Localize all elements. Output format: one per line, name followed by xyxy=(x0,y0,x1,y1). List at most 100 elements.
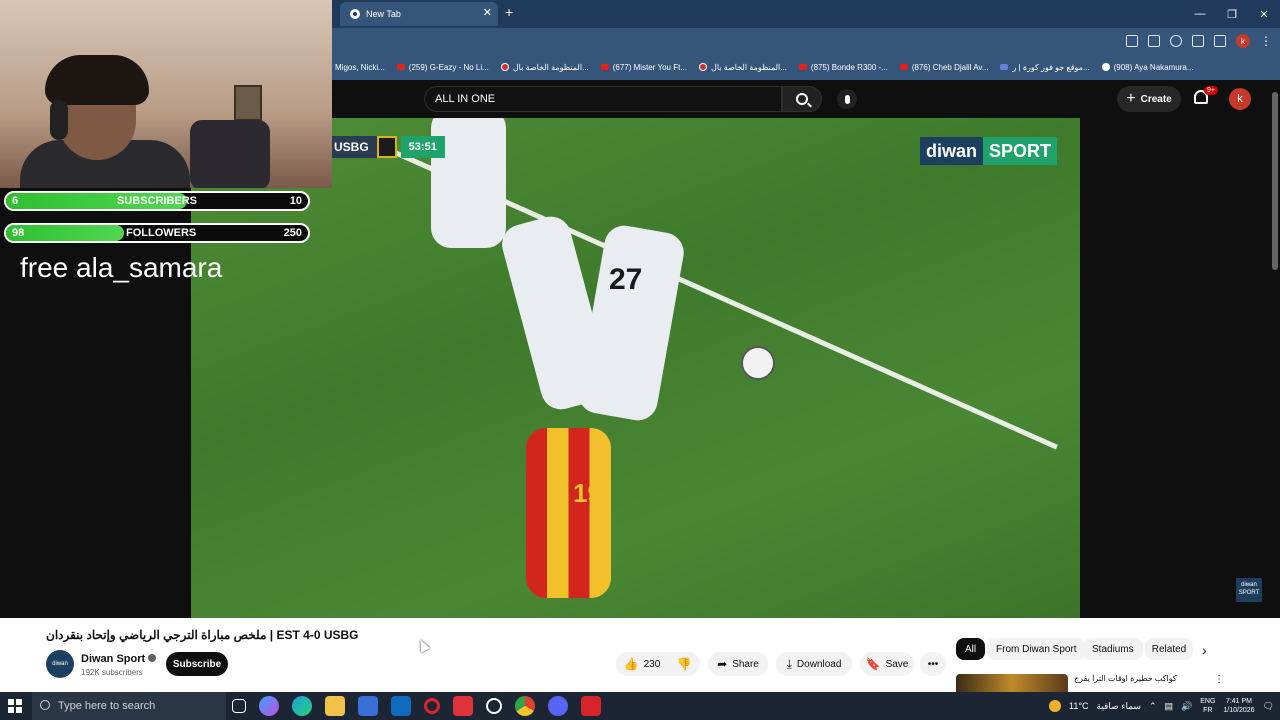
chrome-icon xyxy=(350,9,360,19)
scorebug: USBG 53:51 xyxy=(332,136,445,158)
channel-name[interactable]: Diwan Sport xyxy=(81,653,157,665)
reading-list-icon[interactable] xyxy=(1214,35,1226,47)
scrollbar-thumb[interactable] xyxy=(1272,92,1278,270)
channel-subscribers: 192K subscribers xyxy=(81,668,143,677)
recommended-title[interactable]: كواكب خطيرة اوقات الترا يفرج xyxy=(1074,674,1194,683)
voice-search-icon[interactable] xyxy=(837,89,857,109)
tab-close-icon[interactable]: ✕ xyxy=(483,6,492,19)
player-number-19: 19 xyxy=(573,478,602,508)
minimize-button[interactable]: — xyxy=(1184,0,1216,28)
followers-count: 98 xyxy=(12,227,25,239)
team-crest-icon xyxy=(376,136,397,158)
bookmark-item[interactable]: المنظومة الخاصة بال... xyxy=(699,63,787,72)
bookmark-label: Migos, Nicki... xyxy=(335,62,385,72)
chair xyxy=(190,120,270,188)
bookmark-item[interactable]: (875) Bonde R300 -... xyxy=(798,62,888,72)
download-button[interactable]: ⤓ Download xyxy=(776,652,852,676)
gov-icon xyxy=(699,63,707,71)
close-window-button[interactable]: ✕ xyxy=(1248,0,1280,28)
webcam-overlay xyxy=(0,0,332,188)
like-count: 230 xyxy=(643,658,661,670)
subscribers-goal-bar: 6 SUBSCRIBERS 10 xyxy=(4,191,310,211)
bookmark-item[interactable]: (908) Aya Nakamura... xyxy=(1101,62,1194,72)
bookmark-item[interactable]: (876) Cheb Djalil Av... xyxy=(899,63,988,72)
bookmark-item[interactable]: Migos, Nicki... xyxy=(335,63,385,72)
followers-goal-bar: 98 FOLLOWERS 250 xyxy=(4,223,310,243)
toolbar-icons: k ⋮ xyxy=(1126,28,1272,54)
notification-center-icon[interactable]: 🗨 xyxy=(1263,701,1274,712)
broadcaster-logo: diwan SPORT xyxy=(920,137,1058,165)
followers-goal: 250 xyxy=(283,227,302,239)
tray-expand-icon[interactable]: ⌃ xyxy=(1149,701,1157,712)
bookmark-label: (908) Aya Nakamura... xyxy=(1113,62,1194,72)
bookmark-item[interactable]: المنظومة الخاصة بال... xyxy=(500,63,589,72)
opera-icon[interactable] xyxy=(424,698,440,714)
weather-moon-icon[interactable] xyxy=(1049,700,1062,712)
edge-icon[interactable] xyxy=(292,696,312,716)
channel-name-text: Diwan Sport xyxy=(81,653,146,665)
weather-text[interactable]: سماء صافية xyxy=(1097,701,1141,712)
new-tab-button[interactable]: + xyxy=(505,4,513,20)
install-icon[interactable] xyxy=(1126,35,1138,47)
language-indicator[interactable]: ENG FR xyxy=(1200,697,1215,715)
bookmark-star-icon[interactable] xyxy=(1170,35,1182,47)
window-controls: — ❐ ✕ xyxy=(1184,0,1280,28)
chip-related[interactable]: Related xyxy=(1145,638,1193,660)
chrome-icon[interactable] xyxy=(515,696,535,716)
file-explorer-icon[interactable] xyxy=(325,696,345,716)
video-player[interactable]: 27 19 xyxy=(191,118,1080,618)
download-icon: ⤓ xyxy=(786,656,792,671)
dislike-button[interactable]: 👎 xyxy=(668,652,700,676)
network-icon[interactable]: ▤ xyxy=(1165,701,1174,712)
player-19 xyxy=(526,428,611,598)
clock[interactable]: 7:41 PM 1/10/2026 xyxy=(1223,697,1254,715)
channel-watermark[interactable]: diwan SPORT xyxy=(1236,578,1262,602)
chip-from-channel[interactable]: From Diwan Sport xyxy=(987,638,1086,660)
channel-avatar[interactable]: diwan xyxy=(46,650,74,678)
store-icon[interactable] xyxy=(358,696,378,716)
wall-poster xyxy=(234,85,262,121)
save-button[interactable]: 🔖 Save xyxy=(860,652,914,676)
clock-date: 1/10/2026 xyxy=(1223,707,1255,714)
copilot-icon[interactable] xyxy=(259,696,279,716)
like-button[interactable]: 👍 230 xyxy=(616,652,668,676)
browser-menu-icon[interactable]: ⋮ xyxy=(1260,35,1272,47)
chevron-right-icon[interactable]: › xyxy=(1202,642,1207,658)
share-button[interactable]: ➦ Share xyxy=(708,652,768,676)
logo-word-diwan: diwan xyxy=(920,137,984,165)
taskbar-search-input[interactable]: Type here to search xyxy=(32,692,226,720)
chip-all[interactable]: All xyxy=(956,638,986,660)
player-27 xyxy=(575,222,687,424)
youtube-avatar[interactable]: k xyxy=(1229,88,1251,110)
recorder-icon[interactable] xyxy=(581,696,601,716)
steam-icon[interactable] xyxy=(486,698,502,714)
bookmark-item[interactable]: (259) G-Eazy - No Li... xyxy=(396,63,489,72)
bookmark-label: (875) Bonde R300 -... xyxy=(810,62,888,72)
extensions-icon[interactable] xyxy=(1192,35,1204,47)
tab-title: New Tab xyxy=(366,9,401,19)
video-info-panel: ملخص مباراة الترجي الرياضي وإتحاد بنقردا… xyxy=(0,618,1280,692)
screen: New Tab ✕ + — ❐ ✕ k ⋮ Migos, Nicki... (2… xyxy=(0,0,1280,720)
profile-avatar[interactable]: k xyxy=(1236,34,1250,48)
outlook-icon[interactable] xyxy=(391,696,411,716)
wps-icon[interactable] xyxy=(453,696,473,716)
task-view-icon[interactable] xyxy=(232,699,246,713)
search-input[interactable]: ALL IN ONE xyxy=(424,86,782,112)
recommended-menu-icon[interactable]: ⋮ xyxy=(1214,674,1224,685)
search-button[interactable] xyxy=(782,86,822,112)
overlay-caption: free ala_samara xyxy=(20,252,223,283)
more-actions-button[interactable]: ••• xyxy=(920,652,946,676)
chip-stadiums[interactable]: Stadiums xyxy=(1083,638,1143,660)
bookmark-item[interactable]: (677) Mister You Ft... xyxy=(600,63,687,72)
browser-tab[interactable]: New Tab ✕ xyxy=(340,2,498,26)
weather-temp[interactable]: 11°C xyxy=(1069,701,1088,711)
windows-start-icon[interactable] xyxy=(8,699,22,713)
volume-icon[interactable]: 🔊 xyxy=(1181,701,1192,712)
restore-button[interactable]: ❐ xyxy=(1216,0,1248,28)
discord-icon[interactable] xyxy=(548,696,568,716)
create-button[interactable]: + Create xyxy=(1117,86,1181,112)
subscribe-button[interactable]: Subscribe xyxy=(166,652,228,676)
translate-icon[interactable] xyxy=(1148,35,1160,47)
bookmark-item[interactable]: موقع جو فور كورة | ر... xyxy=(1000,63,1090,72)
recommended-thumbnail[interactable] xyxy=(956,674,1068,692)
